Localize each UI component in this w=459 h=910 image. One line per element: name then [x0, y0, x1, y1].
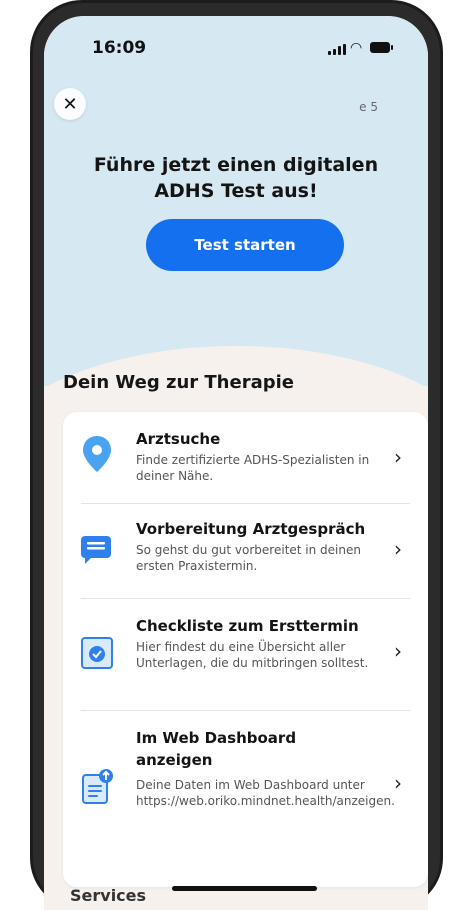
list-item-vorbereitung[interactable]: Vorbereitung Arztgespräch So gehst du gu…	[63, 504, 428, 599]
location-pin-icon	[79, 434, 115, 472]
signal-icon	[328, 44, 346, 55]
row-title: Checkliste zum Ersttermin	[136, 617, 359, 635]
wifi-icon: ◠	[350, 40, 363, 56]
battery-tip	[391, 45, 393, 50]
section-title: Dein Weg zur Therapie	[63, 372, 294, 393]
chevron-right-icon: ›	[394, 639, 402, 663]
list-item-web-dashboard[interactable]: Im Web Dashboard anzeigen Deine Daten im…	[63, 711, 428, 887]
row-title: Arztsuche	[136, 430, 221, 448]
next-section-title: Services	[70, 886, 147, 905]
chevron-right-icon: ›	[394, 537, 402, 561]
status-time: 16:09	[92, 38, 147, 58]
home-indicator[interactable]	[172, 886, 317, 891]
hero-title: Führe jetzt einen digitalen ADHS Test au…	[93, 154, 379, 202]
row-title: Vorbereitung Arztgespräch	[136, 520, 366, 538]
chevron-right-icon: ›	[394, 771, 402, 795]
close-icon: ✕	[62, 93, 78, 115]
row-description: So gehst du gut vorbereitet in deinen er…	[136, 543, 361, 573]
therapy-steps-card: Arztsuche Finde zertifizierte ADHS-Spezi…	[63, 412, 428, 887]
test-start-button[interactable]: Test starten	[146, 219, 344, 271]
app-screen: 16:09 ◠ ✕ e 5 Führe jetzt einen digitale…	[44, 16, 428, 910]
row-description: Deine Daten im Web Dashboard unter https…	[136, 778, 395, 808]
close-button[interactable]: ✕	[54, 88, 86, 120]
row-description: Finde zertifizierte ADHS-Spezialisten in…	[136, 453, 370, 483]
checklist-icon	[79, 635, 115, 671]
page-counter: e 5	[359, 100, 378, 114]
web-document-icon	[79, 767, 115, 804]
status-icons: ◠	[328, 40, 398, 56]
list-item-checkliste[interactable]: Checkliste zum Ersttermin Hier findest d…	[63, 599, 428, 711]
row-title: Im Web Dashboard anzeigen	[136, 729, 297, 769]
battery-icon	[370, 42, 390, 53]
chevron-right-icon: ›	[394, 445, 402, 469]
list-item-arztsuche[interactable]: Arztsuche Finde zertifizierte ADHS-Spezi…	[63, 412, 428, 504]
chat-bubble-icon	[79, 530, 115, 566]
row-description: Hier findest du eine Übersicht aller Unt…	[136, 640, 369, 670]
status-bar: 16:09 ◠	[44, 16, 428, 76]
